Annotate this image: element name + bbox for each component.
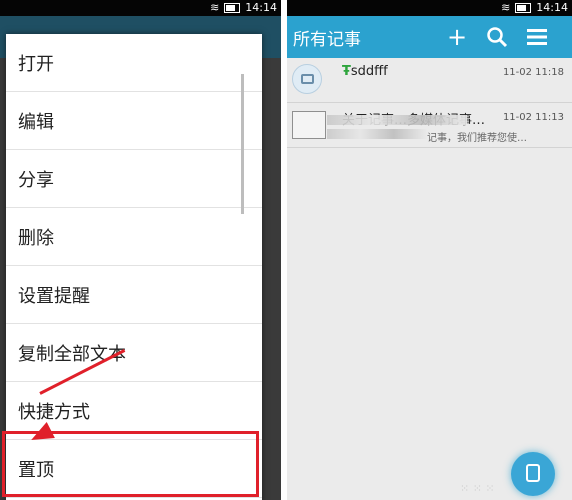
note-item[interactable]: 关于记事…多媒体记事… 11-02 11:13 记事，我们推荐您使… <box>287 103 572 148</box>
menu-item-label: 打开 <box>18 54 54 75</box>
note-icon <box>292 64 322 94</box>
menu-item-copy-all-text[interactable]: 复制全部文本 <box>6 324 262 382</box>
blurred-text <box>327 129 427 139</box>
battery-icon <box>515 3 532 13</box>
wifi-icon: ≋ <box>501 1 511 14</box>
menu-item-label: 编辑 <box>18 112 54 133</box>
menu-item-share[interactable]: 分享 <box>6 150 262 208</box>
left-screen: ≋ 14:14 打开 编辑 分享 删除 设置提醒 复制全部文本 快捷方式 置顶 <box>0 0 281 500</box>
add-icon[interactable]: + <box>442 22 472 52</box>
menu-item-label: 分享 <box>18 170 54 191</box>
status-bar: ≋ 14:14 <box>0 0 281 16</box>
note-title: Ŧsddfff <box>342 64 388 79</box>
note-item[interactable]: Ŧsddfff 11-02 11:18 <box>287 58 572 103</box>
status-time: 14:14 <box>536 1 568 14</box>
app-bar: 所有记事 + <box>287 16 572 58</box>
note-time: 11-02 11:13 <box>502 112 564 123</box>
right-screen: ≋ 14:14 所有记事 + Ŧsddfff 11-02 11:18 11-02… <box>287 0 572 500</box>
image-icon <box>292 111 326 139</box>
wifi-icon: ≋ <box>210 1 220 14</box>
menu-item-edit[interactable]: 编辑 <box>6 92 262 150</box>
menu-item-label: 设置提醒 <box>18 286 90 307</box>
blurred-text <box>327 115 467 125</box>
page-title[interactable]: 所有记事 <box>293 25 361 50</box>
status-time: 14:14 <box>245 1 277 14</box>
menu-item-open[interactable]: 打开 <box>6 34 262 92</box>
scrollbar[interactable] <box>241 74 244 214</box>
search-icon[interactable] <box>482 22 512 52</box>
menu-item-delete[interactable]: 删除 <box>6 208 262 266</box>
menu-item-label: 删除 <box>18 228 54 249</box>
new-note-icon[interactable] <box>511 452 555 496</box>
note-snippet: 记事，我们推荐您使… <box>427 133 527 144</box>
menu-item-label: 复制全部文本 <box>18 344 126 365</box>
battery-icon <box>224 3 241 13</box>
menu-item-set-reminder[interactable]: 设置提醒 <box>6 266 262 324</box>
menu-item-label: 快捷方式 <box>18 402 90 423</box>
note-time: 11-02 11:18 <box>502 67 564 78</box>
note-title-text: sddfff <box>350 64 388 79</box>
status-bar: ≋ 14:14 <box>287 0 572 16</box>
menu-icon[interactable] <box>522 22 552 52</box>
watermark: ⁙ ⁙ ⁙ <box>460 482 495 495</box>
pin-marker: Ŧ <box>342 64 351 79</box>
